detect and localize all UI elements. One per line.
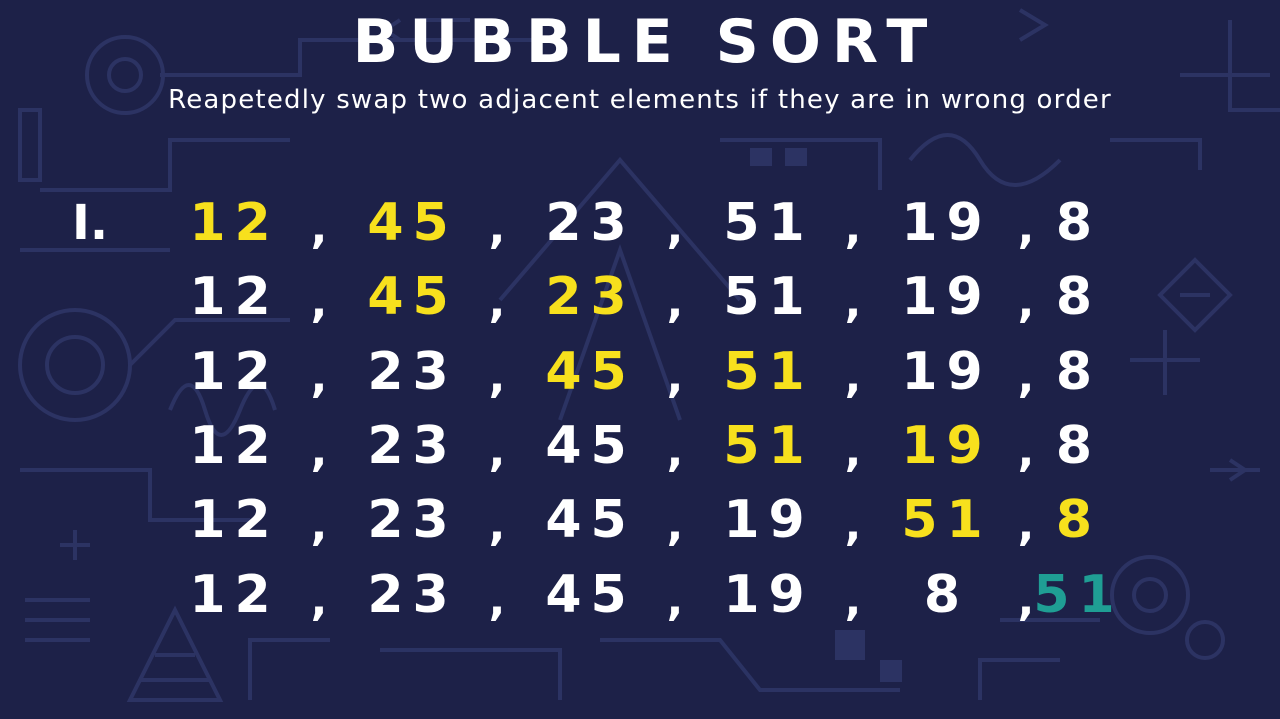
array-element: 12 <box>189 565 280 625</box>
array-element: 8 <box>923 565 970 625</box>
separator-comma: , <box>310 352 328 403</box>
array-element: 51 <box>723 342 814 402</box>
separator-comma: , <box>844 277 862 328</box>
array-element: 19 <box>901 193 992 253</box>
array-element: 45 <box>545 565 636 625</box>
separator-comma: , <box>310 203 328 254</box>
separator-comma: , <box>844 352 862 403</box>
array-element: 23 <box>367 490 458 550</box>
separator-comma: , <box>666 203 684 254</box>
array-element: 8 <box>1055 342 1102 402</box>
array-element: 12 <box>189 193 280 253</box>
array-element: 51 <box>723 416 814 476</box>
array-element: 45 <box>367 267 458 327</box>
array-element: 19 <box>723 490 814 550</box>
array-element: 45 <box>545 342 636 402</box>
separator-comma: , <box>666 277 684 328</box>
sort-step-row: 12, 23, 45, 19, 8, 51 <box>0 565 1280 626</box>
separator-comma: , <box>488 277 506 328</box>
separator-comma: , <box>844 426 862 477</box>
sort-step-row: 12, 23, 45, 51, 19, 8 <box>0 342 1280 403</box>
array-element: 23 <box>545 193 636 253</box>
separator-comma: , <box>666 426 684 477</box>
separator-comma: , <box>488 203 506 254</box>
separator-comma: , <box>488 575 506 626</box>
sort-step-row: 12, 45, 23, 51, 19, 8 <box>0 193 1280 254</box>
separator-comma: , <box>310 277 328 328</box>
separator-comma: , <box>666 500 684 551</box>
sort-step-row: 12, 45, 23, 51, 19, 8 <box>0 267 1280 328</box>
separator-comma: , <box>666 352 684 403</box>
separator-comma: , <box>310 575 328 626</box>
separator-comma: , <box>844 203 862 254</box>
array-element: 8 <box>1055 267 1102 327</box>
array-element: 51 <box>901 490 992 550</box>
array-element: 8 <box>1055 416 1102 476</box>
array-element: 12 <box>189 342 280 402</box>
array-element: 51 <box>723 193 814 253</box>
page-subtitle: Reapetedly swap two adjacent elements if… <box>168 85 1112 115</box>
array-element: 19 <box>901 342 992 402</box>
array-element: 45 <box>367 193 458 253</box>
page-title: BUBBLE SORT <box>352 7 939 77</box>
array-element: 23 <box>367 565 458 625</box>
array-element: 23 <box>367 342 458 402</box>
sort-step-row: 12, 23, 45, 19, 51, 8 <box>0 490 1280 551</box>
array-element: 8 <box>1055 193 1102 253</box>
sort-step-row: 12, 23, 45, 51, 19, 8 <box>0 416 1280 477</box>
separator-comma: , <box>488 426 506 477</box>
array-element: 12 <box>189 490 280 550</box>
array-element: 8 <box>1055 490 1102 550</box>
separator-comma: , <box>310 426 328 477</box>
array-element: 19 <box>723 565 814 625</box>
array-element: 12 <box>189 416 280 476</box>
array-element: 45 <box>545 416 636 476</box>
array-element: 51 <box>1033 565 1124 625</box>
array-element: 19 <box>901 267 992 327</box>
array-element: 23 <box>367 416 458 476</box>
separator-comma: , <box>844 575 862 626</box>
array-element: 23 <box>545 267 636 327</box>
separator-comma: , <box>666 575 684 626</box>
array-element: 45 <box>545 490 636 550</box>
array-element: 51 <box>723 267 814 327</box>
separator-comma: , <box>488 352 506 403</box>
array-element: 12 <box>189 267 280 327</box>
separator-comma: , <box>844 500 862 551</box>
separator-comma: , <box>488 500 506 551</box>
array-element: 19 <box>901 416 992 476</box>
separator-comma: , <box>310 500 328 551</box>
